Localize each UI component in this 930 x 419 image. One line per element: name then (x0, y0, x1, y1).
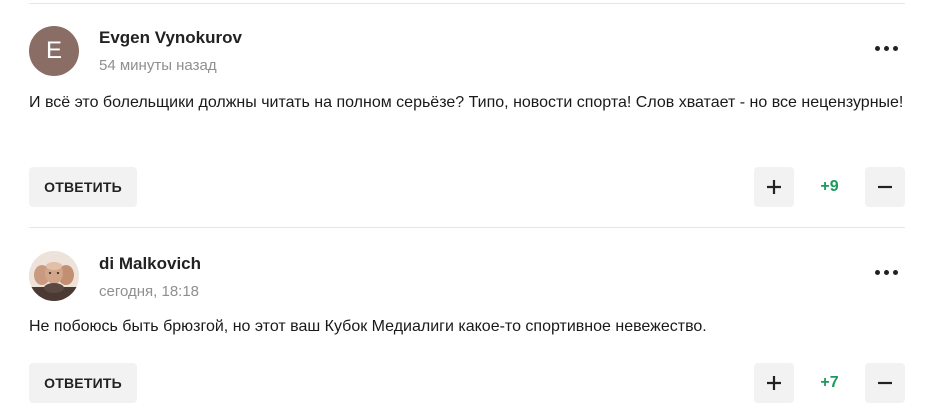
comment-time: сегодня, 18:18 (99, 283, 200, 300)
comment: di Malkovich сегодня, 18:18 Не побоюсь б… (29, 227, 905, 419)
comment-text: И всё это болельщики должны читать на по… (29, 94, 904, 111)
comment-time: 54 минуты назад (99, 57, 217, 74)
plus-icon (767, 376, 781, 390)
upvote-button[interactable] (754, 167, 794, 207)
avatar[interactable]: E (29, 26, 79, 76)
avatar-photo-icon (29, 251, 79, 301)
comment-score: +9 (820, 178, 839, 195)
avatar[interactable] (29, 251, 79, 301)
comment-author[interactable]: di Malkovich (99, 254, 201, 274)
more-options-icon[interactable] (871, 262, 901, 282)
comment: E Evgen Vynokurov 54 минуты назад И всё … (29, 0, 905, 210)
reply-button[interactable]: ОТВЕТИТЬ (29, 167, 137, 207)
downvote-button[interactable] (865, 167, 905, 207)
plus-icon (767, 180, 781, 194)
comment-score: +7 (820, 374, 839, 391)
more-options-icon[interactable] (871, 38, 901, 58)
upvote-button[interactable] (754, 363, 794, 403)
minus-icon (878, 381, 892, 385)
minus-icon (878, 185, 892, 189)
comment-author[interactable]: Evgen Vynokurov (99, 28, 242, 48)
comment-text: Не побоюсь быть брюзгой, но этот ваш Куб… (29, 318, 707, 335)
avatar-letter: E (45, 37, 62, 64)
reply-button[interactable]: ОТВЕТИТЬ (29, 363, 137, 403)
downvote-button[interactable] (865, 363, 905, 403)
